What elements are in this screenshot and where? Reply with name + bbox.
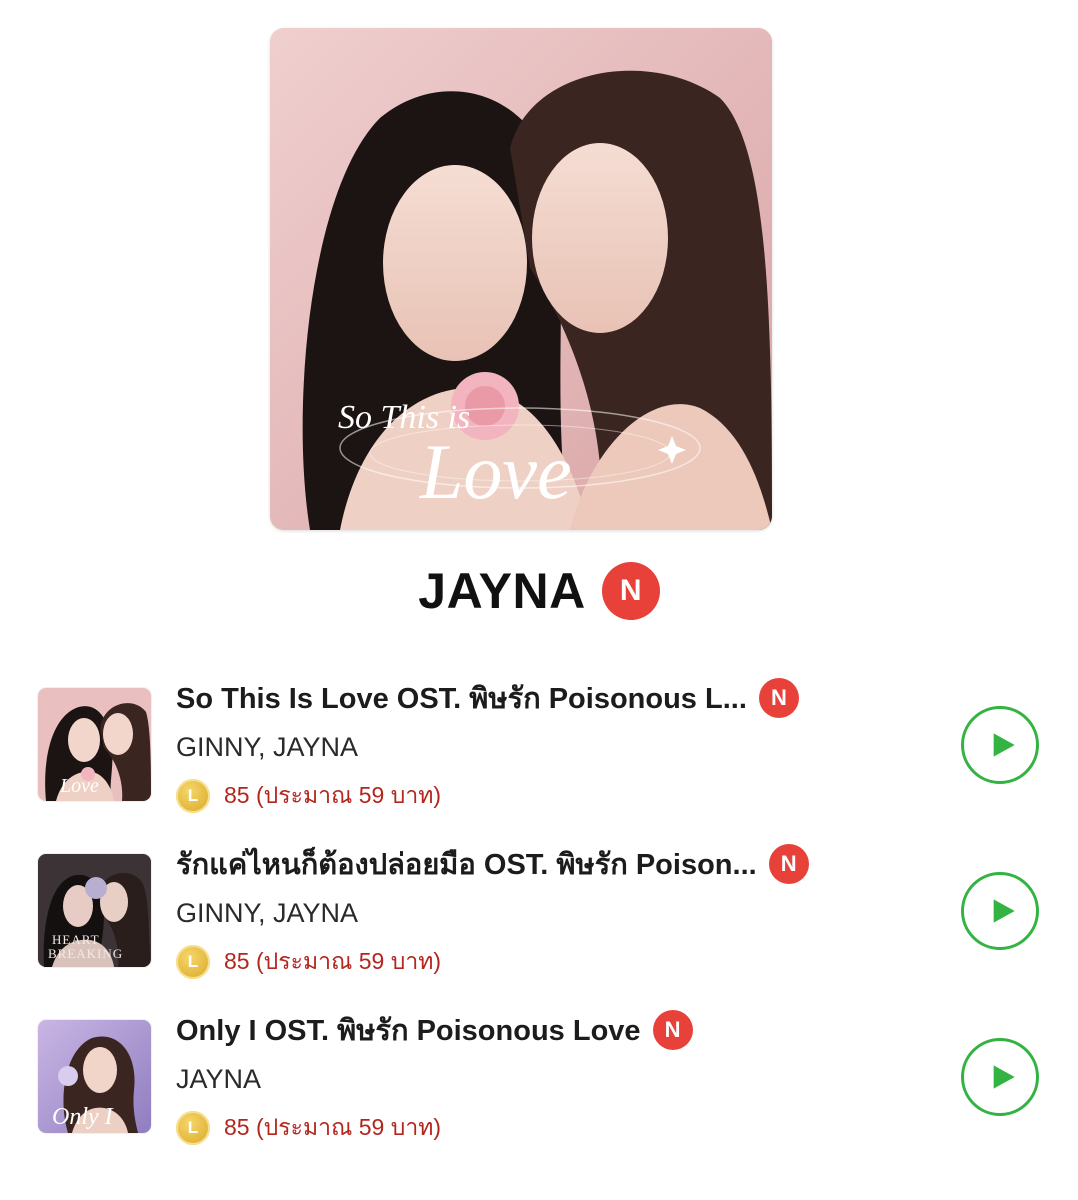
track-title: รักแค่ไหนก็ต้องปล่อยมือ OST. พิษรัก Pois… xyxy=(176,849,757,881)
track-price: 85 (ประมาณ 59 บาท) xyxy=(224,948,442,974)
play-triangle-icon xyxy=(993,733,1015,757)
svg-text:BREAKING: BREAKING xyxy=(48,946,123,961)
line-coin-icon: L xyxy=(176,1111,210,1145)
play-triangle-icon xyxy=(993,1065,1015,1089)
track-row[interactable]: Love So This Is Love OST. พิษรัก Poisono… xyxy=(0,672,1078,813)
track-artists: GINNY, JAYNA xyxy=(176,732,359,762)
album-cover-art: So This is Love xyxy=(270,28,772,530)
track-title-row: So This Is Love OST. พิษรัก Poisonous L.… xyxy=(176,678,799,718)
cover-title-line2: Love xyxy=(419,428,572,515)
track-thumbnail: Love xyxy=(38,688,151,801)
track-thumbnail: HEART BREAKING xyxy=(38,854,151,967)
play-button[interactable] xyxy=(961,1038,1039,1116)
new-badge-icon: N xyxy=(768,844,809,884)
svg-text:Only I: Only I xyxy=(52,1104,114,1130)
track-artists: GINNY, JAYNA xyxy=(176,898,359,928)
price-row: L 85 (ประมาณ 59 บาท) xyxy=(176,778,441,814)
track-thumbnail-art: Only I xyxy=(38,1020,151,1133)
track-thumbnail-art: HEART BREAKING xyxy=(38,854,151,967)
price-row: L 85 (ประมาณ 59 บาท) xyxy=(176,944,441,980)
track-thumbnail: Only I xyxy=(38,1020,151,1133)
play-triangle-icon xyxy=(993,899,1015,923)
track-title: So This Is Love OST. พิษรัก Poisonous L.… xyxy=(176,683,747,715)
new-badge-icon: N xyxy=(758,678,799,718)
play-button[interactable] xyxy=(961,872,1039,950)
line-coin-icon: L xyxy=(176,945,210,979)
new-badge-icon: N xyxy=(652,1010,693,1050)
track-row[interactable]: Only I Only I OST. พิษรัก Poisonous Love… xyxy=(0,1004,1078,1145)
track-thumbnail-art: Love xyxy=(38,688,151,801)
line-coin-icon: L xyxy=(176,779,210,813)
album-cover: So This is Love xyxy=(270,28,772,530)
track-title: Only I OST. พิษรัก Poisonous Love xyxy=(176,1015,641,1047)
track-title-row: รักแค่ไหนก็ต้องปล่อยมือ OST. พิษรัก Pois… xyxy=(176,844,809,884)
track-price: 85 (ประมาณ 59 บาท) xyxy=(224,1114,442,1140)
play-button[interactable] xyxy=(961,706,1039,784)
new-badge-icon: N xyxy=(601,562,660,620)
track-artists: JAYNA xyxy=(176,1064,262,1094)
track-title-row: Only I OST. พิษรัก Poisonous Love N xyxy=(176,1010,693,1050)
artist-name: JAYNA xyxy=(418,563,586,619)
price-row: L 85 (ประมาณ 59 บาท) xyxy=(176,1110,441,1146)
svg-text:Love: Love xyxy=(59,775,99,797)
track-price: 85 (ประมาณ 59 บาท) xyxy=(224,782,442,808)
track-row[interactable]: HEART BREAKING รักแค่ไหนก็ต้องปล่อยมือ O… xyxy=(0,838,1078,979)
artist-header: JAYNA N xyxy=(0,560,1078,622)
svg-text:HEART: HEART xyxy=(52,932,100,947)
